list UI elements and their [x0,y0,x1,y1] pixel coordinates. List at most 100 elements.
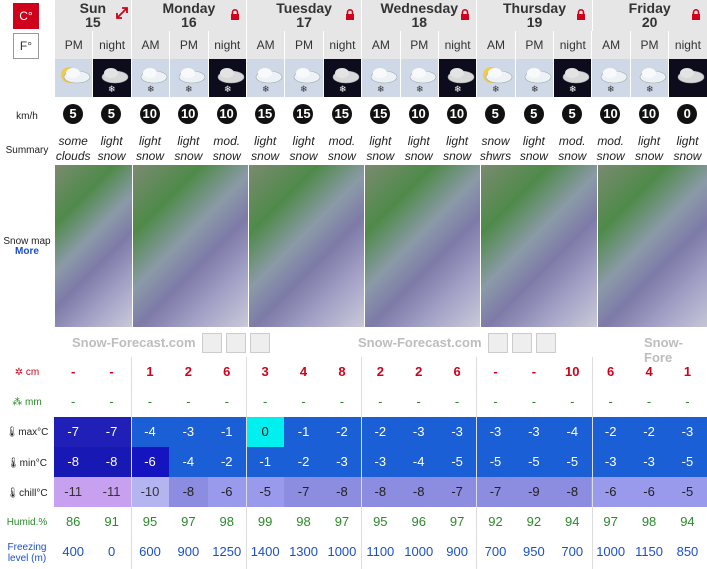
snow-cm-cell: 8 [338,364,346,379]
rain-mm-cell: - [262,394,268,409]
rain-row: ----------------- [54,387,707,417]
summary-line-1: snow [481,134,510,148]
expand-arrow-icon[interactable] [115,6,128,19]
snow-map-image[interactable] [596,165,707,327]
period-cell: PM [399,31,438,59]
max-c-cell: -3 [668,417,707,447]
svg-text:❄: ❄ [339,84,347,94]
more-link[interactable]: More [0,246,54,257]
summary-line-1: light [407,134,430,148]
chill-c-cell: -11 [54,477,93,507]
rain-mm-cell: - [378,394,383,409]
wind-arrow-icon: 10 [446,104,467,124]
period-cell: PM [169,31,208,59]
min-temp-label: 🌡min°C [6,458,48,469]
wind-arrow-icon: 10 [178,104,199,124]
snow-map-image[interactable] [247,165,365,327]
day-header: Sun 15 [54,0,131,31]
freezing-m-cell: 1250 [212,544,242,559]
min-c-cell: -5 [476,447,515,477]
day-date: 17 [296,14,312,30]
fahrenheit-button[interactable]: F° [13,33,39,59]
max-c-cell: -1 [207,417,246,447]
snow-map-row[interactable] [54,165,707,327]
min-c-cell: -3 [591,447,630,477]
wind-arrow-icon: 5 [63,104,83,124]
snow-cm-cell: 2 [415,364,423,379]
wind-arrow-icon: 0 [677,104,698,124]
period-cell: night [207,31,246,59]
snow-map-image[interactable] [480,165,597,327]
rain-mm-cell: - [186,394,191,409]
freezing-m-cell: 1400 [250,544,280,559]
cloud-snow-night-icon: ❄ [322,59,362,97]
max-c-cell: -4 [130,417,170,447]
rain-mm-label: ⁂ mm [12,397,42,408]
day-name: Thursday [502,0,566,16]
freezing-m-cell: 1000 [596,544,626,559]
replay-icon[interactable] [226,333,246,353]
watermark-text: Snow-Forecast.com [358,335,482,350]
layer-icon[interactable] [488,333,508,353]
layer-icon[interactable] [202,333,222,353]
min-c-cell: -2 [207,447,246,477]
lock-icon[interactable] [230,8,240,20]
svg-text:❄: ❄ [416,84,424,94]
humidity-row: 86 91 95 97 98 99 98 97 95 96 97 92 92 94 97 98 94 [54,507,707,537]
rain-mm-cell: - [224,394,229,409]
weather-icons-row: ❄ ❄ ❄ ❄ ❄ ❄ ❄ ❄ ❄ ❄ ❄ ❄ ❄ ❄ ❄ [54,59,707,97]
day-separator [361,357,363,569]
snow-map-image[interactable] [131,165,248,327]
lock-icon[interactable] [345,8,355,20]
max-temp-row: -7 -7 -4 -3 -1 0 -1 -2 -2 -3 -3 -3 -3 -4 -2 -2 -3 [54,417,707,447]
day-separator [246,357,247,569]
freezing-m-cell: 1300 [289,544,318,559]
day-date: 20 [641,14,658,30]
period-cell: AM [361,31,400,59]
max-c-cell: -2 [361,417,400,447]
snow-cm-cell: 6 [453,364,461,379]
wind-label: km/h [16,111,38,122]
snow-map-image[interactable] [54,165,132,327]
freezing-m-cell: 1000 [404,544,434,559]
fullscreen-icon[interactable] [536,333,556,353]
period-cell: AM [245,31,285,59]
svg-text:❄: ❄ [454,84,462,94]
min-c-cell: -1 [245,447,285,477]
freezing-m-cell: 900 [446,544,468,559]
day-name: Tuesday [276,0,332,16]
wind-arrow-icon: 10 [139,104,160,124]
humid-cell: 98 [641,514,657,529]
snow-map-image[interactable] [364,165,481,327]
wind-arrow-icon: 15 [370,104,391,124]
cloud-snow-icon: ❄ [284,59,323,97]
snow-row: - - 1 2 6 3 4 8 2 2 6 - - 10 6 4 1 [54,357,707,387]
chill-c-cell: -7 [437,477,477,507]
min-c-cell: -3 [629,447,669,477]
rain-mm-cell: - [570,394,575,409]
freezing-m-cell: 1150 [635,544,664,559]
chill-label: 🌡chill°C [6,488,48,499]
lock-icon[interactable] [576,8,586,20]
snow-cm-cell: 4 [299,364,308,379]
summary-line-1: light [446,134,469,148]
wind-arrow-icon: 15 [293,104,314,124]
humid-cell: 97 [603,514,618,529]
rain-mm-cell: - [339,394,345,409]
freezing-m-cell: 400 [62,544,85,559]
thermometer-icon: 🌡 [6,458,20,469]
chill-c-cell: -6 [591,477,630,507]
chill-c-cell: -8 [553,477,592,507]
lock-icon[interactable] [460,8,470,20]
fullscreen-icon[interactable] [250,333,270,353]
celsius-button[interactable]: C° [13,3,39,29]
chill-c-cell: -7 [476,477,515,507]
snow-cm-cell: 1 [683,364,692,379]
snow-cm-cell: 4 [645,364,653,379]
min-c-cell: -8 [54,447,93,477]
chill-c-cell: -8 [399,477,438,507]
cloud-snow-icon: ❄ [169,59,208,97]
lock-icon[interactable] [691,8,701,20]
cloud-night-icon [668,59,707,97]
replay-icon[interactable] [512,333,532,353]
